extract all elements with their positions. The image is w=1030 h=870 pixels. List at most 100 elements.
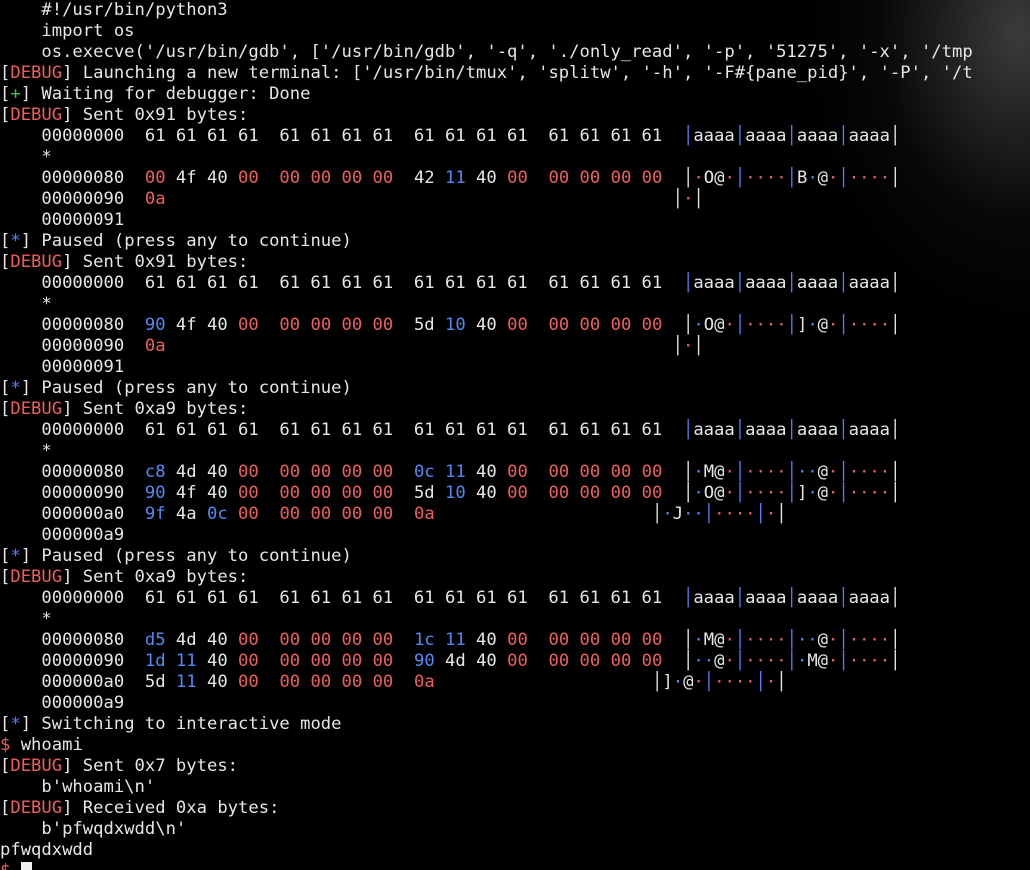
terminal-text: │ xyxy=(838,315,849,335)
terminal-text: ] Sent 0x91 bytes: xyxy=(62,105,249,125)
terminal-text: O@ xyxy=(703,168,725,188)
terminal-text: │ xyxy=(734,630,746,650)
terminal-line: #!/usr/bin/python3 xyxy=(0,0,1030,21)
terminal-text: 90 xyxy=(413,651,435,671)
terminal-text: O@ xyxy=(703,315,725,335)
terminal-text: d5 xyxy=(144,630,166,650)
terminal-text: 40 xyxy=(465,630,508,650)
terminal-text: · xyxy=(662,504,673,524)
terminal-text: 0c 11 xyxy=(413,462,466,482)
terminal-text: [ xyxy=(0,231,11,251)
terminal-text: * xyxy=(0,609,52,629)
terminal-text: │ xyxy=(890,651,901,671)
terminal-text: aaaa xyxy=(745,126,787,146)
terminal-text: 00000000 61 61 61 61 61 61 61 61 61 61 6… xyxy=(0,126,683,146)
terminal-text: · xyxy=(693,672,704,692)
terminal-text: [ xyxy=(0,714,11,734)
terminal-text: │ xyxy=(682,588,694,608)
terminal-text: │ xyxy=(838,462,849,482)
terminal-text: ···· xyxy=(848,651,891,671)
terminal-text: DEBUG xyxy=(10,252,63,272)
terminal-text: ···· xyxy=(745,651,787,671)
terminal-line: * xyxy=(0,441,1030,462)
terminal-text: 90 xyxy=(144,315,166,335)
terminal-text: · xyxy=(765,672,777,692)
terminal-text: · xyxy=(672,672,684,692)
terminal-text: │ xyxy=(890,630,901,650)
terminal-text: │ xyxy=(838,630,849,650)
terminal-text: ···· xyxy=(745,462,787,482)
terminal-text: * xyxy=(0,147,52,167)
terminal-text: 00 00 00 00 xyxy=(279,651,394,671)
terminal-text: 9f xyxy=(144,504,166,524)
terminal-text: 00000080 xyxy=(0,462,145,482)
terminal-text: │ xyxy=(672,189,683,209)
terminal-text: [ xyxy=(0,105,11,125)
terminal-text: [ xyxy=(0,756,11,776)
terminal-text: aaaa xyxy=(796,588,839,608)
terminal-text: 40 xyxy=(465,483,508,503)
terminal-text: 0a xyxy=(413,672,435,692)
terminal-window[interactable]: #!/usr/bin/python3 import os os.execve('… xyxy=(0,0,1030,870)
terminal-text: · xyxy=(682,189,694,209)
terminal-text: 00 xyxy=(238,630,259,650)
terminal-text: │ xyxy=(786,630,797,650)
terminal-text: ·· xyxy=(683,504,704,524)
terminal-text: 0c xyxy=(206,504,228,524)
terminal-text: │ xyxy=(734,588,746,608)
terminal-text: │ xyxy=(683,651,694,671)
terminal-line: 00000080 90 4f 40 00 00 00 00 00 5d 10 4… xyxy=(0,315,1030,336)
terminal-text: │ xyxy=(703,504,715,524)
terminal-text: │ xyxy=(890,273,901,293)
terminal-text: 00000000 61 61 61 61 61 61 61 61 61 61 6… xyxy=(0,420,683,440)
terminal-text: aaaa xyxy=(745,273,787,293)
terminal-text: 00 00 00 00 xyxy=(548,168,663,188)
terminal-text: whoami xyxy=(10,735,83,755)
terminal-text: │ xyxy=(786,126,797,146)
terminal-text: + xyxy=(10,84,21,104)
terminal-text: ] Paused (press any to continue) xyxy=(20,231,352,251)
terminal-text: 00 xyxy=(144,168,166,188)
terminal-text: │ xyxy=(776,672,787,692)
terminal-text: 00000080 xyxy=(0,168,145,188)
terminal-line: 000000a9 xyxy=(0,525,1030,546)
terminal-text: │ xyxy=(776,504,787,524)
terminal-text: 4d 40 xyxy=(165,630,239,650)
text-cursor[interactable] xyxy=(20,862,32,870)
terminal-text: M@ xyxy=(703,630,725,650)
terminal-text: 00000090 xyxy=(0,189,145,209)
terminal-text: 00000091 xyxy=(0,357,125,377)
terminal-text: 1d 11 xyxy=(144,651,197,671)
terminal-text: ] Sent 0x91 bytes: xyxy=(62,252,249,272)
terminal-text: 4d 40 xyxy=(165,462,239,482)
terminal-text: [ xyxy=(0,63,11,83)
terminal-text: │ xyxy=(890,588,901,608)
terminal-text: │ xyxy=(683,483,694,503)
terminal-text: │ xyxy=(838,483,849,503)
terminal-text: │ xyxy=(734,483,746,503)
terminal-text: │ xyxy=(693,336,704,356)
terminal-text: ·· xyxy=(796,630,818,650)
terminal-text: │ xyxy=(734,126,746,146)
terminal-text: │ xyxy=(786,168,797,188)
terminal-line: 00000091 xyxy=(0,357,1030,378)
terminal-text: │ xyxy=(755,672,766,692)
terminal-text: ···· xyxy=(745,315,787,335)
terminal-text: aaaa xyxy=(796,273,839,293)
terminal-text: 00 xyxy=(238,462,259,482)
terminal-line: [*] Paused (press any to continue) xyxy=(0,546,1030,567)
terminal-text: │ xyxy=(838,651,849,671)
terminal-line: os.execve('/usr/bin/gdb', ['/usr/bin/gdb… xyxy=(0,42,1030,63)
terminal-text: 40 xyxy=(196,672,239,692)
